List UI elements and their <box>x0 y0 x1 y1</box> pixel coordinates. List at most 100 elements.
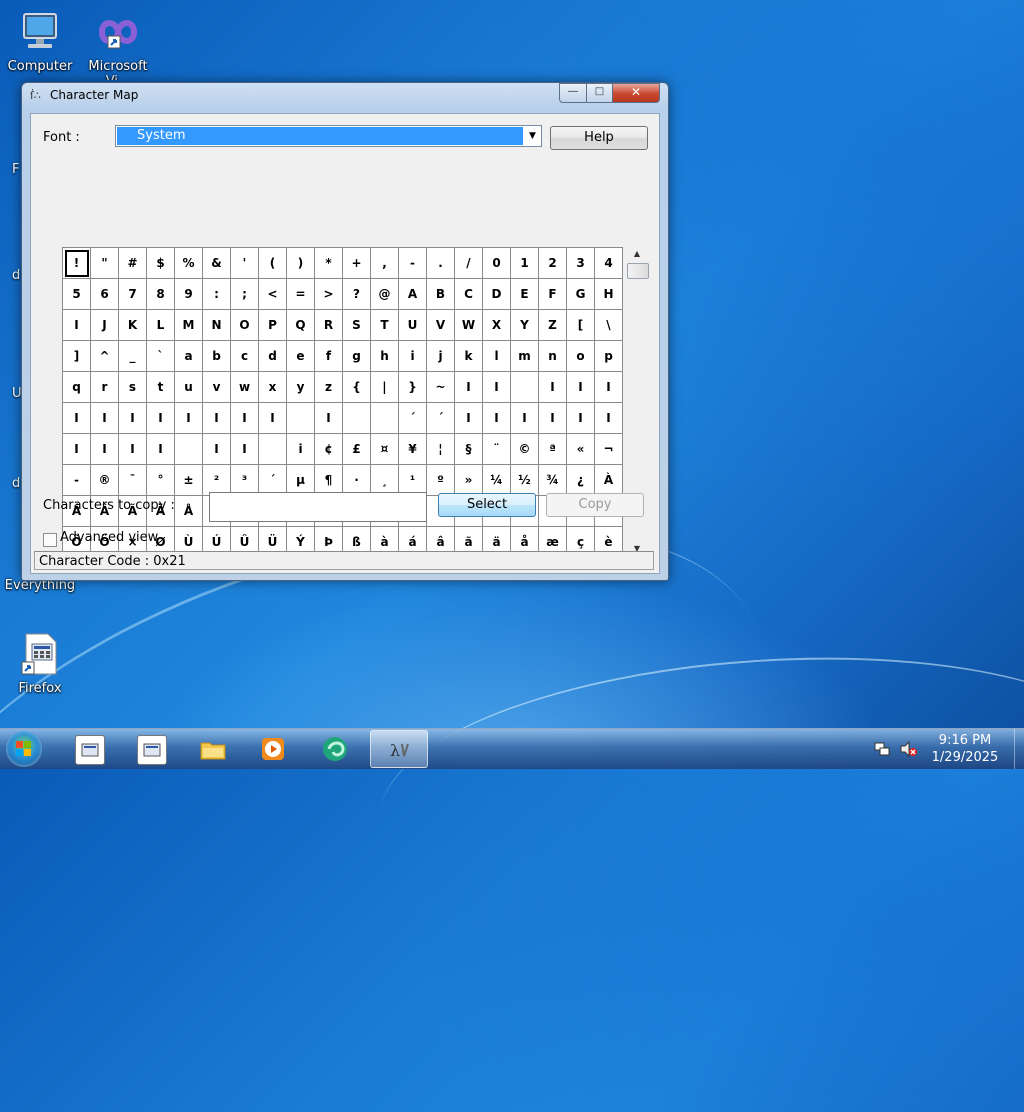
character-cell[interactable]: ) <box>287 248 315 279</box>
character-cell[interactable]: ´ <box>399 403 427 434</box>
character-cell[interactable]: ± <box>175 465 203 496</box>
character-cell[interactable]: < <box>259 279 287 310</box>
character-cell[interactable]: T <box>371 310 399 341</box>
character-cell[interactable] <box>371 403 399 434</box>
character-cell[interactable]: [ <box>567 310 595 341</box>
character-cell[interactable]: I <box>63 434 91 465</box>
character-cell[interactable]: = <box>287 279 315 310</box>
character-cell[interactable]: I <box>539 403 567 434</box>
character-cell[interactable]: Q <box>287 310 315 341</box>
character-cell[interactable]: © <box>511 434 539 465</box>
character-cell[interactable]: ° <box>147 465 175 496</box>
character-cell[interactable]: S <box>343 310 371 341</box>
character-cell[interactable] <box>175 434 203 465</box>
character-cell[interactable]: W <box>455 310 483 341</box>
character-cell[interactable]: ¾ <box>539 465 567 496</box>
character-cell[interactable]: - <box>399 248 427 279</box>
taskbar-item-media-player[interactable] <box>244 730 302 768</box>
font-dropdown[interactable]: System ▼ <box>115 125 542 147</box>
character-cell[interactable]: u <box>175 372 203 403</box>
character-cell[interactable]: ® <box>91 465 119 496</box>
character-cell[interactable]: I <box>91 403 119 434</box>
character-cell[interactable]: J <box>91 310 119 341</box>
character-cell[interactable]: / <box>455 248 483 279</box>
character-cell[interactable]: c <box>231 341 259 372</box>
character-cell[interactable]: I <box>315 403 343 434</box>
taskbar-item-browser[interactable] <box>306 730 364 768</box>
character-cell[interactable]: ¯ <box>119 465 147 496</box>
network-icon[interactable] <box>874 741 890 781</box>
character-cell[interactable]: I <box>231 403 259 434</box>
character-cell[interactable]: Z <box>539 310 567 341</box>
character-cell[interactable]: h <box>371 341 399 372</box>
character-cell[interactable]: » <box>455 465 483 496</box>
character-cell[interactable]: F <box>539 279 567 310</box>
character-cell[interactable]: § <box>455 434 483 465</box>
character-cell[interactable]: ^ <box>91 341 119 372</box>
characters-to-copy-input[interactable] <box>209 492 427 522</box>
character-cell[interactable] <box>287 403 315 434</box>
character-cell[interactable] <box>343 403 371 434</box>
character-cell[interactable]: ¥ <box>399 434 427 465</box>
character-cell[interactable]: { <box>343 372 371 403</box>
character-cell[interactable]: I <box>595 372 623 403</box>
character-cell[interactable]: ¦ <box>427 434 455 465</box>
character-cell[interactable]: £ <box>343 434 371 465</box>
character-cell[interactable]: ¿ <box>567 465 595 496</box>
character-cell[interactable]: ¬ <box>595 434 623 465</box>
character-cell[interactable]: I <box>455 403 483 434</box>
character-cell[interactable]: 6 <box>91 279 119 310</box>
character-cell[interactable]: 8 <box>147 279 175 310</box>
character-cell[interactable]: 0 <box>483 248 511 279</box>
maximize-button[interactable]: □ <box>586 83 613 103</box>
dropdown-arrow-icon[interactable]: ▼ <box>524 126 541 146</box>
character-cell[interactable]: a <box>175 341 203 372</box>
character-cell[interactable]: P <box>259 310 287 341</box>
character-cell[interactable]: _ <box>119 341 147 372</box>
character-cell[interactable]: o <box>567 341 595 372</box>
character-cell[interactable]: ¨ <box>483 434 511 465</box>
character-cell[interactable]: D <box>483 279 511 310</box>
character-cell[interactable]: I <box>147 403 175 434</box>
character-cell[interactable]: ¢ <box>315 434 343 465</box>
character-cell[interactable]: + <box>343 248 371 279</box>
character-cell[interactable]: I <box>567 372 595 403</box>
character-cell[interactable]: ~ <box>427 372 455 403</box>
desktop-icon-firefox[interactable]: Firefox <box>0 630 80 696</box>
character-cell[interactable]: % <box>175 248 203 279</box>
character-cell[interactable]: 7 <box>119 279 147 310</box>
character-cell[interactable]: x <box>259 372 287 403</box>
taskbar-item-app1[interactable] <box>60 730 118 768</box>
character-cell[interactable]: * <box>315 248 343 279</box>
system-clock[interactable]: 9:16 PM 1/29/2025 <box>920 732 1010 766</box>
character-cell[interactable]: À <box>595 465 623 496</box>
character-cell[interactable]: i <box>399 341 427 372</box>
character-cell[interactable]: º <box>427 465 455 496</box>
character-cell[interactable]: G <box>567 279 595 310</box>
character-cell[interactable]: I <box>455 372 483 403</box>
character-cell[interactable]: ¼ <box>483 465 511 496</box>
character-cell[interactable]: ? <box>343 279 371 310</box>
character-cell[interactable]: r <box>91 372 119 403</box>
help-button[interactable]: Help <box>550 126 648 150</box>
character-cell[interactable]: k <box>455 341 483 372</box>
character-cell[interactable]: I <box>259 403 287 434</box>
character-cell[interactable]: I <box>175 403 203 434</box>
character-cell[interactable]: ! <box>63 248 91 279</box>
character-cell[interactable]: # <box>119 248 147 279</box>
character-cell[interactable]: I <box>203 434 231 465</box>
character-cell[interactable]: K <box>119 310 147 341</box>
character-cell[interactable]: I <box>91 434 119 465</box>
character-cell[interactable]: ` <box>147 341 175 372</box>
character-cell[interactable]: A <box>399 279 427 310</box>
character-cell[interactable]: w <box>231 372 259 403</box>
character-cell[interactable]: I <box>567 403 595 434</box>
character-cell[interactable] <box>511 372 539 403</box>
character-cell[interactable]: 3 <box>567 248 595 279</box>
character-cell[interactable]: l <box>483 341 511 372</box>
character-cell[interactable]: I <box>119 434 147 465</box>
character-cell[interactable]: $ <box>147 248 175 279</box>
character-cell[interactable]: Å <box>175 496 203 527</box>
character-cell[interactable]: ; <box>231 279 259 310</box>
character-cell[interactable]: z <box>315 372 343 403</box>
